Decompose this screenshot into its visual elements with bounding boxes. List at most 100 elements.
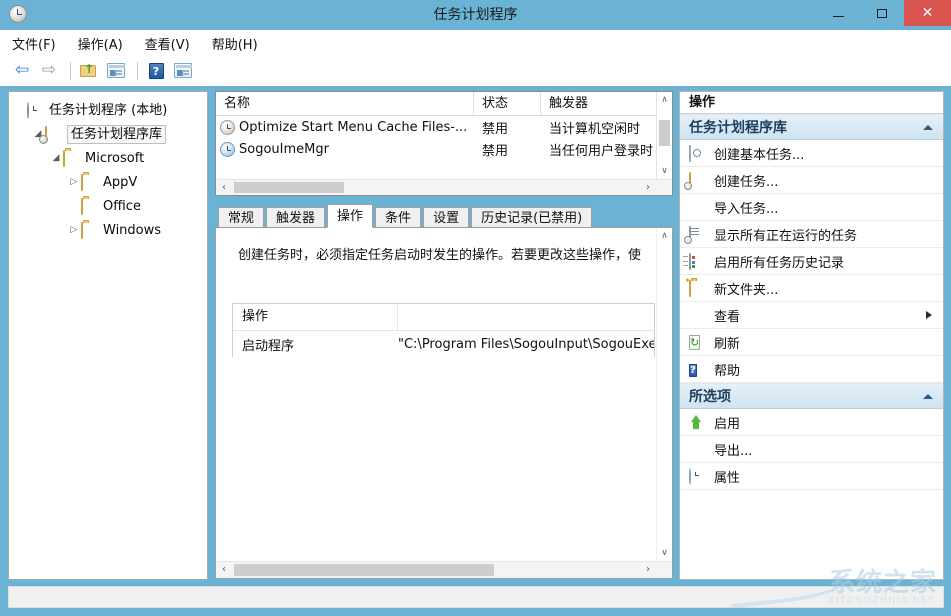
action-new-folder[interactable]: 新文件夹... bbox=[680, 275, 943, 302]
console-tree-pane: 任务计划程序 (本地) ◢ 任务计划程序库 ◢ Microsoft ▷ AppV bbox=[8, 91, 208, 580]
new-folder-icon bbox=[689, 279, 706, 297]
tree-item-label: Office bbox=[103, 198, 141, 214]
toolbar-separator-2 bbox=[137, 61, 138, 80]
chevron-up-icon[interactable] bbox=[923, 124, 933, 130]
forward-button[interactable]: ⇨ bbox=[37, 60, 61, 82]
scroll-right-icon[interactable]: › bbox=[640, 180, 656, 195]
minimize-button[interactable] bbox=[816, 0, 860, 26]
scrollbar-thumb[interactable] bbox=[234, 182, 344, 193]
chevron-up-icon[interactable] bbox=[923, 393, 933, 399]
tree-item-appv[interactable]: ▷ AppV bbox=[9, 170, 207, 194]
actions-description: 创建任务时，必须指定任务启动时发生的操作。若要更改这些操作，使 bbox=[238, 248, 642, 263]
actions-group-library-label: 任务计划程序库 bbox=[689, 120, 787, 136]
actions-group-selected-item[interactable]: 所选项 bbox=[680, 383, 943, 409]
task-list-horizontal-scrollbar[interactable]: ‹ › bbox=[216, 179, 672, 195]
column-header-operation[interactable]: 操作 bbox=[233, 304, 398, 330]
scroll-left-icon[interactable]: ‹ bbox=[216, 180, 232, 195]
tree-item-task-scheduler-local[interactable]: 任务计划程序 (本地) bbox=[9, 98, 207, 122]
maximize-icon bbox=[877, 8, 887, 18]
tab-history[interactable]: 历史记录(已禁用) bbox=[471, 207, 593, 229]
column-header-status[interactable]: 状态 bbox=[474, 92, 541, 115]
action-view[interactable]: 查看 bbox=[680, 302, 943, 329]
no-icon bbox=[689, 442, 706, 457]
scrollbar-thumb[interactable] bbox=[659, 120, 670, 146]
tab-general[interactable]: 常规 bbox=[218, 207, 265, 229]
column-header-details[interactable] bbox=[398, 304, 654, 330]
action-import-task[interactable]: 导入任务... bbox=[680, 194, 943, 221]
action-refresh[interactable]: ↻ 刷新 bbox=[680, 329, 943, 356]
action-export[interactable]: 导出... bbox=[680, 436, 943, 463]
title-bar: 任务计划程序 ✕ bbox=[0, 0, 951, 30]
tab-conditions[interactable]: 条件 bbox=[375, 207, 422, 229]
status-bar bbox=[8, 586, 944, 608]
task-trigger-cell: 当计算机空闲时 bbox=[549, 121, 641, 137]
scroll-left-icon[interactable]: ‹ bbox=[216, 562, 232, 578]
arrow-right-icon: ⇨ bbox=[41, 60, 57, 80]
scroll-up-icon[interactable]: ∧ bbox=[657, 92, 672, 108]
column-header-trigger[interactable]: 触发器 bbox=[541, 92, 657, 115]
tab-triggers[interactable]: 触发器 bbox=[266, 207, 326, 229]
task-history-icon bbox=[689, 252, 706, 270]
tree-twisty[interactable]: ▷ bbox=[67, 225, 81, 235]
maximize-button[interactable] bbox=[860, 0, 904, 26]
action-enable[interactable]: 启用 bbox=[680, 409, 943, 436]
detail-vertical-scrollbar[interactable]: ∧ ∨ bbox=[656, 228, 672, 561]
help-icon: ? bbox=[689, 363, 697, 377]
up-folder-button[interactable]: ↑ bbox=[77, 60, 101, 82]
tree-item-office[interactable]: Office bbox=[9, 194, 207, 218]
tree-item-label: 任务计划程序库 bbox=[67, 124, 167, 144]
tree-item-task-scheduler-library[interactable]: ◢ 任务计划程序库 bbox=[9, 122, 207, 146]
action-enable-task-history[interactable]: 启用所有任务历史记录 bbox=[680, 248, 943, 275]
table-row[interactable]: SogouImeMgr 禁用 当任何用户登录时 bbox=[216, 138, 672, 160]
task-name-cell: SogouImeMgr bbox=[216, 141, 474, 157]
back-button[interactable]: ⇦ bbox=[10, 60, 34, 82]
scroll-down-icon[interactable]: ∨ bbox=[657, 163, 672, 179]
action-properties[interactable]: 属性 bbox=[680, 463, 943, 490]
action-show-running-tasks[interactable]: 显示所有正在运行的任务 bbox=[680, 221, 943, 248]
main-content: 任务计划程序 (本地) ◢ 任务计划程序库 ◢ Microsoft ▷ AppV bbox=[0, 86, 951, 616]
show-hide-console-tree-button[interactable] bbox=[104, 60, 128, 82]
show-action-pane-button[interactable] bbox=[171, 60, 195, 82]
action-label: 查看 bbox=[714, 309, 741, 325]
action-create-basic-task[interactable]: 创建基本任务... bbox=[680, 140, 943, 167]
scroll-right-icon[interactable]: › bbox=[640, 562, 656, 578]
tree-twisty[interactable]: ◢ bbox=[49, 153, 63, 163]
refresh-icon: ↻ bbox=[689, 334, 701, 350]
no-icon bbox=[689, 308, 706, 323]
menu-action[interactable]: 操作(A) bbox=[78, 32, 133, 55]
action-label: 新文件夹... bbox=[714, 282, 779, 298]
scroll-up-icon[interactable]: ∧ bbox=[657, 228, 672, 244]
table-row[interactable]: Optimize Start Menu Cache Files-... 禁用 当… bbox=[216, 116, 672, 138]
menu-help[interactable]: 帮助(H) bbox=[212, 32, 268, 55]
close-button[interactable]: ✕ bbox=[904, 0, 951, 26]
action-label: 导入任务... bbox=[714, 201, 779, 217]
detail-tabs: 常规 触发器 操作 条件 设置 历史记录(已禁用) bbox=[215, 204, 673, 229]
clock-icon bbox=[27, 101, 44, 119]
action-create-task[interactable]: 创建任务... bbox=[680, 167, 943, 194]
tree-item-microsoft[interactable]: ◢ Microsoft bbox=[9, 146, 207, 170]
folder-up-icon: ↑ bbox=[80, 63, 98, 78]
column-header-name[interactable]: 名称 bbox=[216, 92, 474, 115]
tab-settings[interactable]: 设置 bbox=[423, 207, 470, 229]
detail-horizontal-scrollbar[interactable]: ‹ › bbox=[216, 561, 672, 578]
action-label: 启用所有任务历史记录 bbox=[714, 255, 845, 271]
action-help[interactable]: ? 帮助 bbox=[680, 356, 943, 383]
task-detail-pane: 常规 触发器 操作 条件 设置 历史记录(已禁用) 创建任务时，必须指定任务启动… bbox=[215, 204, 673, 580]
task-scheduler-window: 任务计划程序 ✕ 文件(F) 操作(A) 查看(V) 帮助(H) ⇦ ⇨ ↑ ?… bbox=[0, 0, 951, 616]
task-list: 名称 状态 触发器 Optimize Start Menu Cache File… bbox=[215, 91, 673, 196]
scrollbar-thumb[interactable] bbox=[234, 564, 494, 576]
action-label: 启用 bbox=[714, 416, 741, 432]
no-icon bbox=[689, 200, 706, 215]
tree-item-windows[interactable]: ▷ Windows bbox=[9, 218, 207, 242]
scroll-down-icon[interactable]: ∨ bbox=[657, 545, 672, 561]
task-list-vertical-scrollbar[interactable]: ∧ ∨ bbox=[656, 92, 672, 179]
tab-actions[interactable]: 操作 bbox=[327, 204, 374, 228]
help-button[interactable]: ? bbox=[144, 60, 168, 82]
menu-file[interactable]: 文件(F) bbox=[12, 32, 66, 55]
menu-view[interactable]: 查看(V) bbox=[145, 32, 200, 55]
table-row[interactable]: 启动程序 "C:\Program Files\SogouInput\SogouE… bbox=[233, 331, 654, 357]
window-controls: ✕ bbox=[816, 0, 951, 30]
tree-twisty[interactable]: ▷ bbox=[67, 177, 81, 187]
toolbar-separator-1 bbox=[70, 61, 71, 80]
actions-group-library[interactable]: 任务计划程序库 bbox=[680, 114, 943, 140]
